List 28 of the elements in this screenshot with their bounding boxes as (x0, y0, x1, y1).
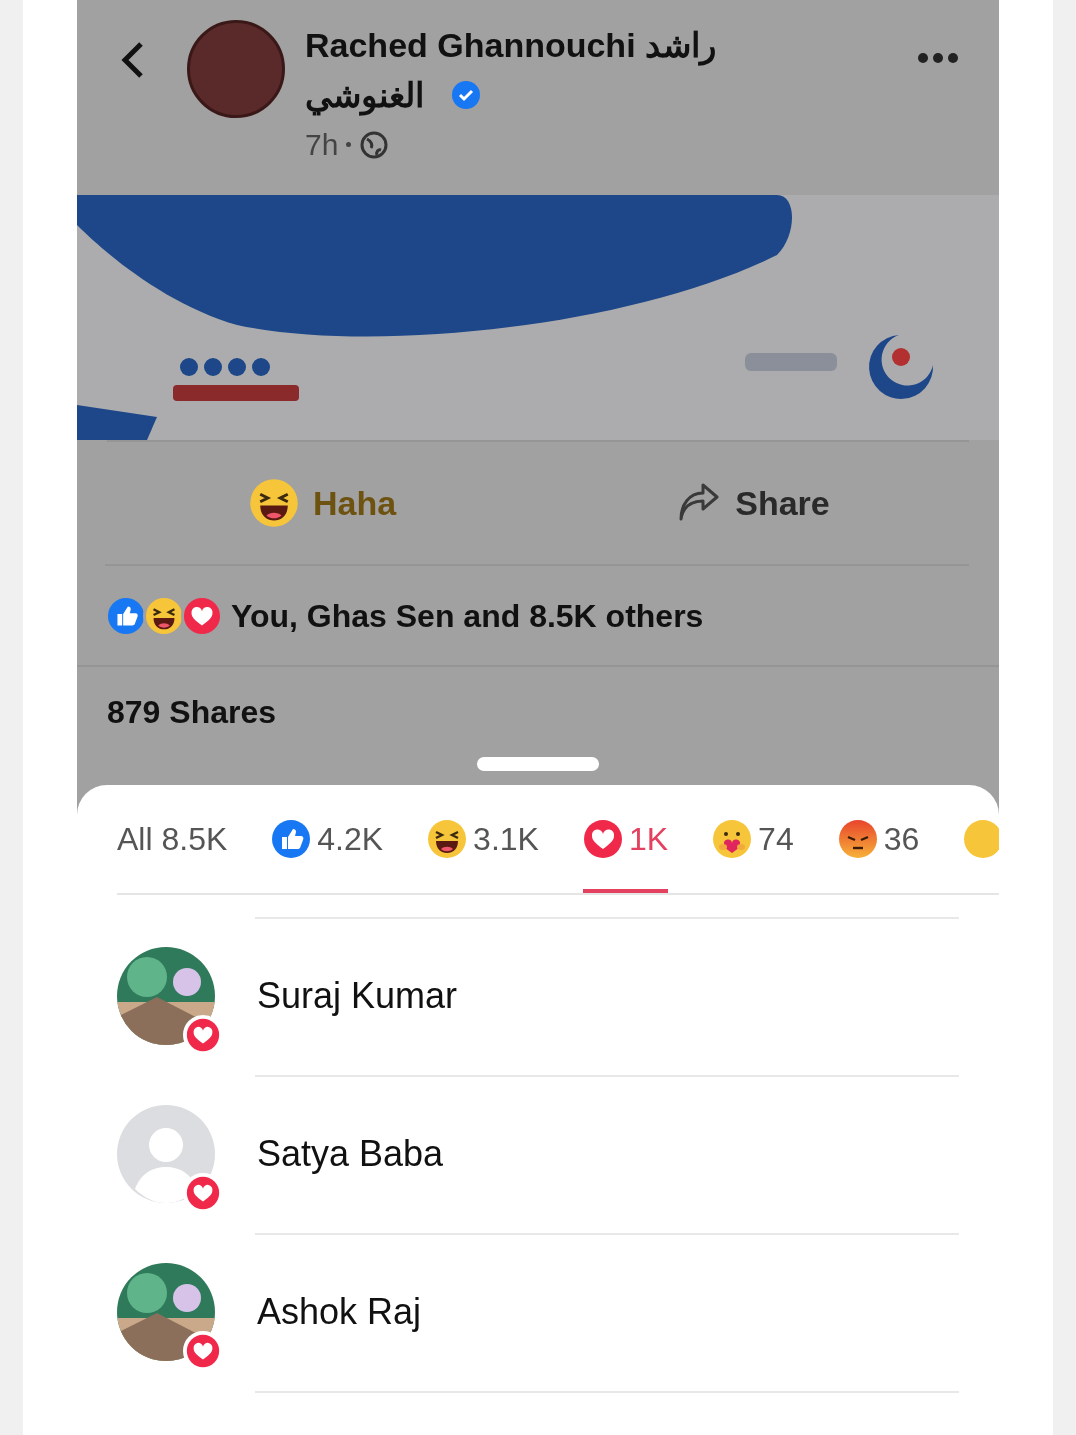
reaction-tab[interactable]: 74 (712, 785, 794, 893)
drag-handle[interactable] (477, 757, 599, 771)
reaction-tab[interactable]: All 8.5K (117, 785, 228, 893)
person-row[interactable]: Satya Baba (117, 1075, 959, 1233)
person-name[interactable]: Suraj Kumar (257, 969, 458, 1023)
laughing-face-icon (145, 596, 183, 635)
default-avatar-icon (117, 1105, 215, 1203)
person-name[interactable]: Satya Baba (257, 1127, 444, 1181)
person-row[interactable]: Suraj Kumar (117, 917, 959, 1075)
person-name[interactable]: Ashok Raj (257, 1285, 422, 1339)
angry-face-icon (837, 819, 878, 859)
share-count[interactable]: 879 Shares (107, 688, 276, 736)
laughing-face-icon (427, 819, 468, 859)
reaction-summary-text[interactable]: You, Ghas Sen and 8.5K others (231, 591, 704, 640)
person-row[interactable]: Ashok Raj (117, 1233, 959, 1391)
laughing-face-icon (248, 478, 299, 528)
reaction-tab[interactable]: 36 (837, 785, 920, 893)
more-options-icon[interactable] (917, 52, 959, 64)
face-icon (963, 819, 999, 859)
like-icon (107, 596, 145, 635)
hugging-face-icon (712, 819, 753, 859)
reaction-tab[interactable]: 1K (582, 785, 669, 893)
reaction-tab[interactable]: 4.2K (271, 785, 384, 893)
author-name[interactable]: Rached Ghannouchi راشد الغنوشي (305, 20, 745, 120)
like-icon (271, 819, 312, 859)
reaction-tab[interactable]: 3.1K (427, 785, 539, 893)
share-button[interactable]: Share (538, 477, 969, 529)
post-time: 7h (305, 127, 339, 163)
